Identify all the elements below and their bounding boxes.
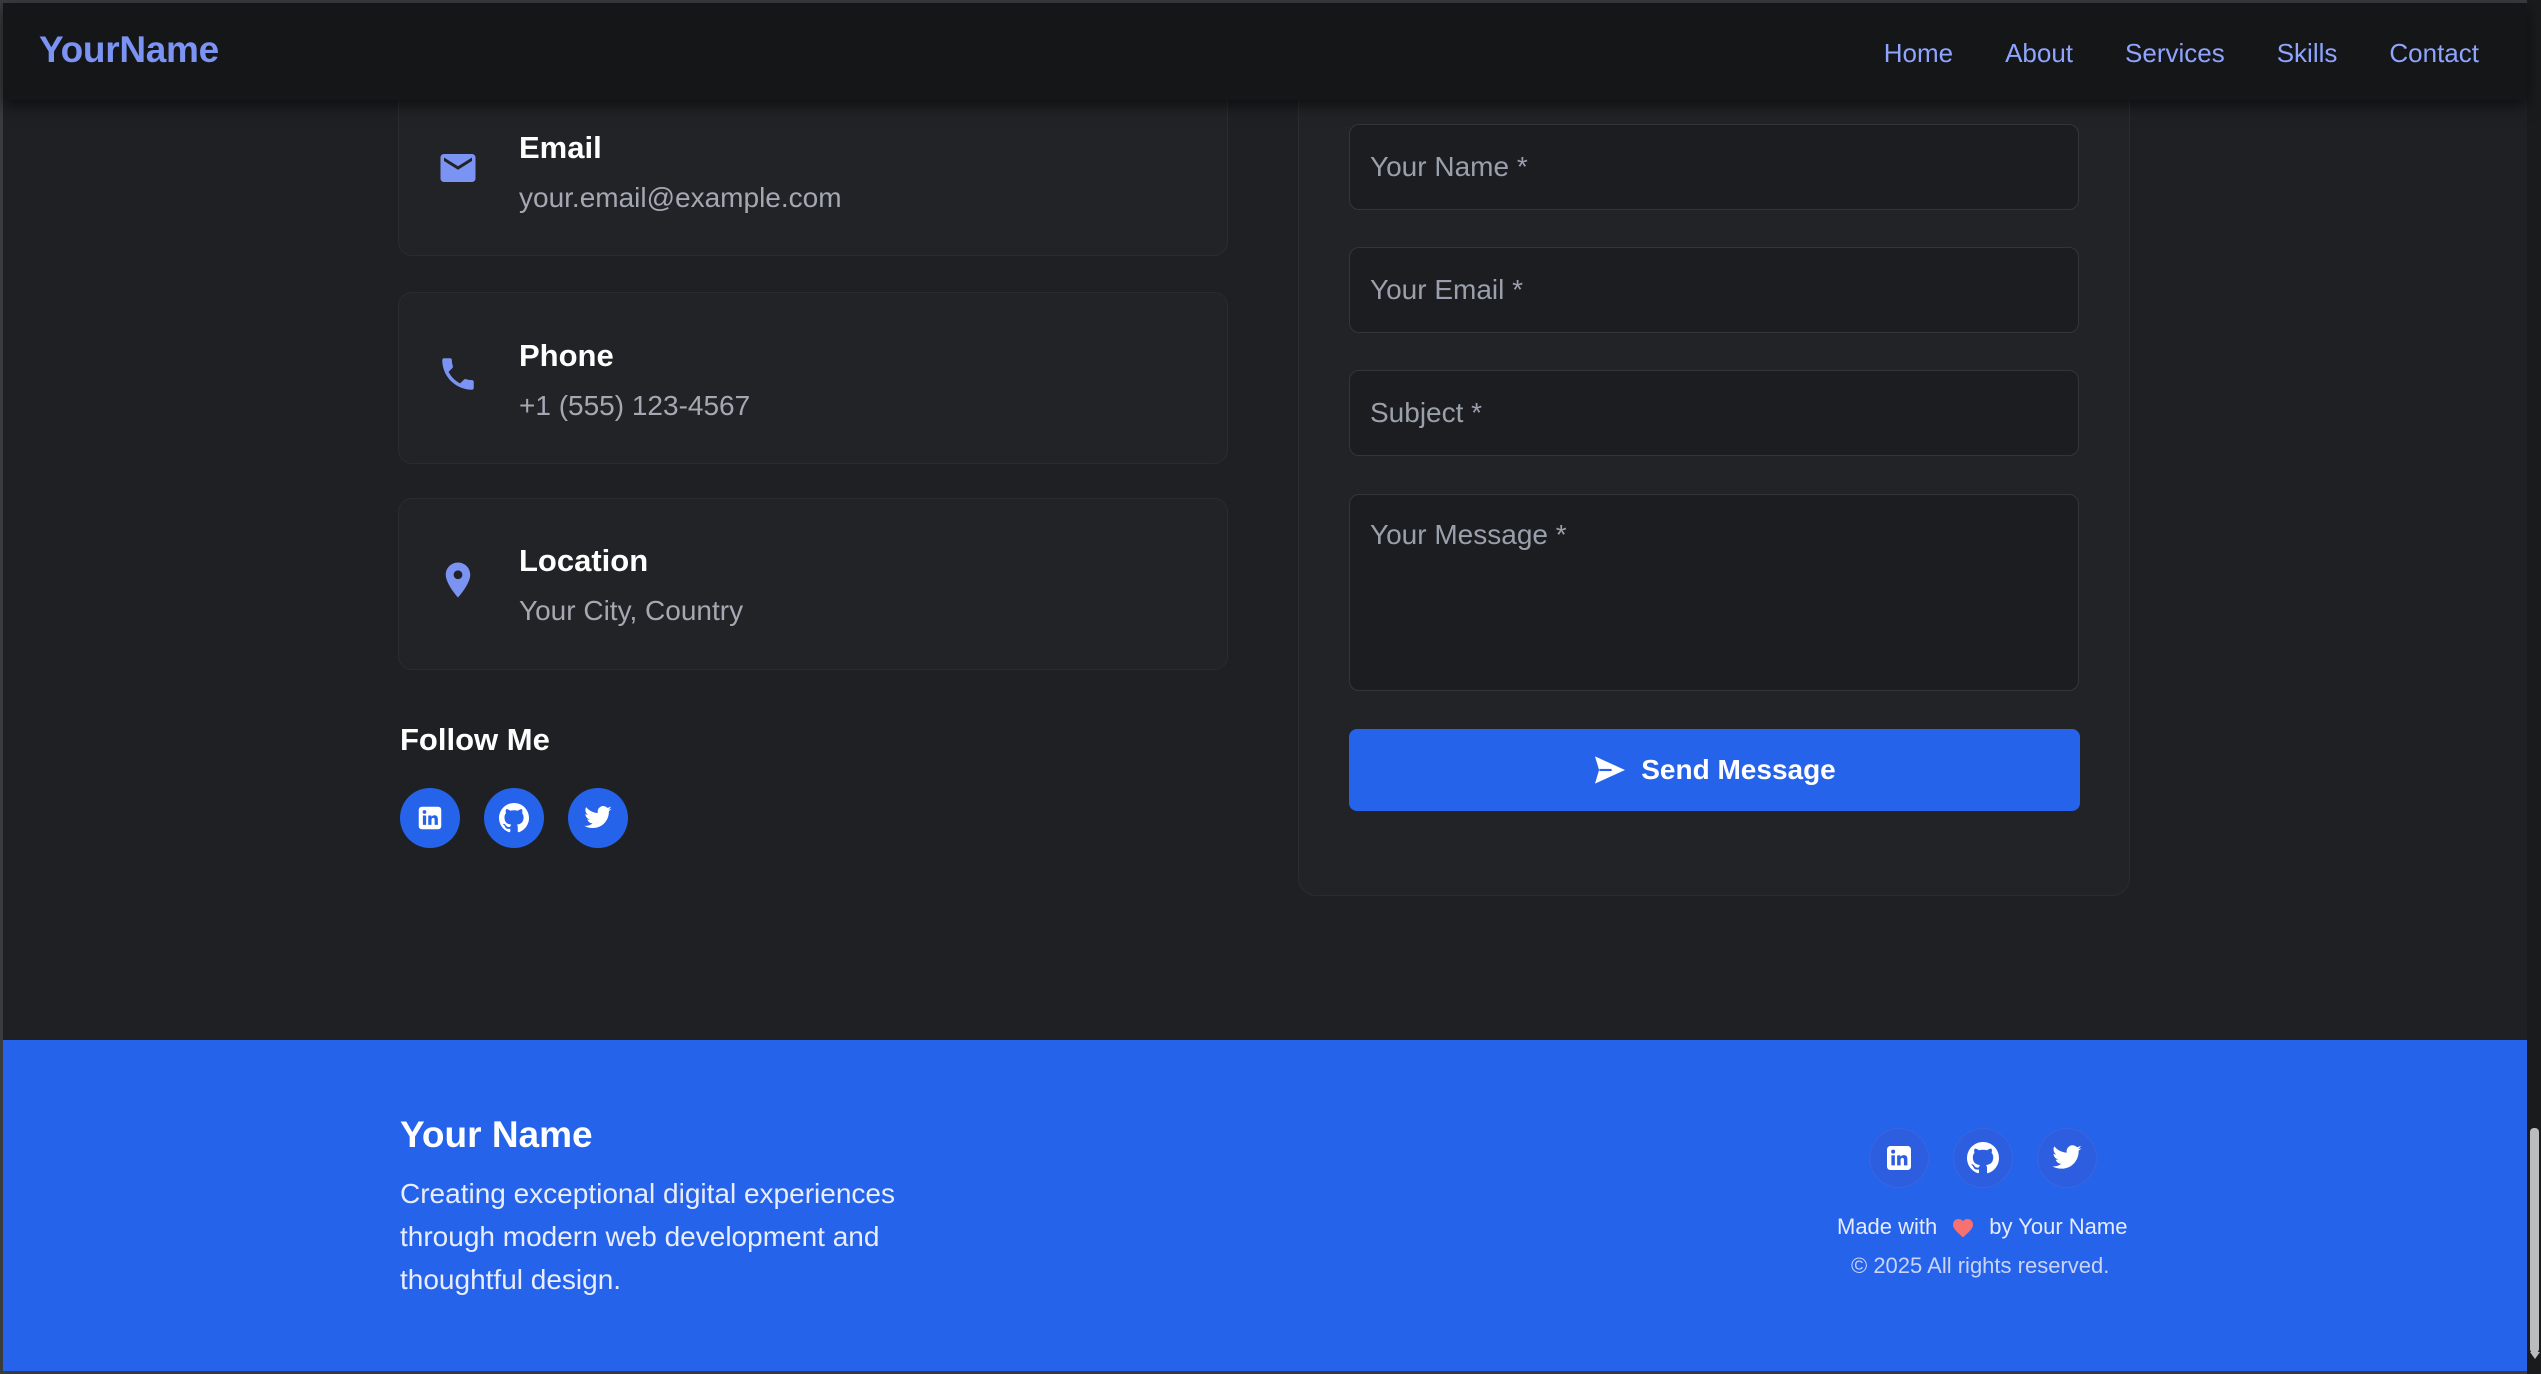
follow-title: Follow Me	[400, 722, 550, 757]
send-icon	[1595, 756, 1626, 784]
location-value: Your City, Country	[519, 595, 744, 626]
scroll-down-arrow-icon[interactable]	[2530, 1352, 2540, 1359]
phone-title: Phone	[519, 338, 614, 373]
footer-github-button[interactable]	[1953, 1128, 2013, 1188]
phone-icon	[442, 358, 474, 390]
heart-icon	[1953, 1219, 1974, 1238]
footer-linkedin-button[interactable]	[1869, 1128, 1929, 1188]
nav-contact[interactable]: Contact	[2389, 38, 2479, 69]
phone-value: +1 (555) 123-4567	[519, 390, 751, 421]
linkedin-button[interactable]	[400, 788, 460, 848]
navbar: YourName Home About Services Skills Cont…	[3, 3, 2527, 100]
email-field[interactable]	[1349, 247, 2079, 333]
email-title: Email	[519, 130, 602, 165]
location-title: Location	[519, 543, 649, 578]
nav-home[interactable]: Home	[1884, 38, 1953, 69]
brand-logo[interactable]: YourName	[39, 29, 219, 71]
send-message-label: Send Message	[1641, 754, 1836, 785]
copyright: © 2025 All rights reserved.	[1851, 1253, 2110, 1278]
footer-name: Your Name	[400, 1114, 593, 1155]
made-with-line: Made with by Your Name	[1837, 1214, 2127, 1240]
mail-icon	[440, 154, 476, 182]
message-field[interactable]	[1349, 494, 2079, 691]
github-icon	[1967, 1142, 1999, 1174]
linkedin-icon	[418, 806, 442, 830]
twitter-button[interactable]	[568, 788, 628, 848]
footer-twitter-button[interactable]	[2037, 1128, 2097, 1188]
name-field[interactable]	[1349, 124, 2079, 210]
main-nav: Home About Services Skills Contact	[1884, 38, 2479, 69]
nav-skills[interactable]: Skills	[2277, 38, 2338, 69]
phone-card: Phone +1 (555) 123-4567	[398, 292, 1228, 464]
subject-field[interactable]	[1349, 370, 2079, 456]
nav-services[interactable]: Services	[2125, 38, 2225, 69]
twitter-icon	[584, 806, 612, 829]
footer-description: Creating exceptional digital experiences…	[400, 1178, 895, 1295]
scrollbar-thumb[interactable]	[2530, 1128, 2539, 1353]
footer: Your Name Creating exceptional digital e…	[3, 1040, 2527, 1371]
made-with-prefix: Made with	[1837, 1214, 1938, 1239]
nav-about[interactable]: About	[2005, 38, 2073, 69]
twitter-icon	[2052, 1145, 2082, 1169]
github-icon	[499, 803, 529, 833]
location-pin-icon	[445, 562, 471, 598]
location-card: Location Your City, Country	[398, 498, 1228, 670]
send-message-button[interactable]: Send Message	[1349, 729, 2080, 811]
linkedin-icon	[1887, 1146, 1911, 1170]
email-value: your.email@example.com	[519, 182, 842, 213]
github-button[interactable]	[484, 788, 544, 848]
made-with-suffix: by Your Name	[1989, 1214, 2128, 1239]
